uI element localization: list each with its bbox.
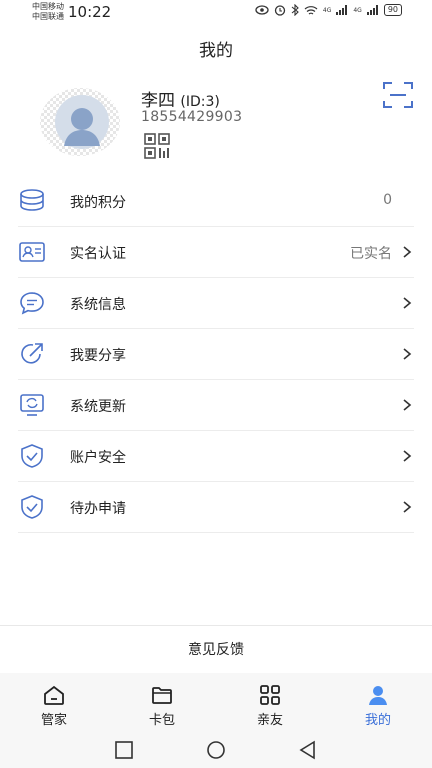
bottom-tab-bar: 管家 卡包 亲友 我的: [0, 673, 432, 731]
signal-icon: [336, 5, 348, 15]
signal-icon: [366, 5, 378, 15]
menu-item-label: 我的积分: [70, 195, 126, 211]
status-bar: 中国移动 中国联通 10:22 4G 4G 90: [0, 0, 432, 26]
avatar[interactable]: [38, 86, 122, 158]
folder-icon: [152, 687, 172, 704]
shield-check-icon: [21, 444, 43, 468]
chevron-right-icon: [403, 501, 412, 513]
wifi-icon: [304, 5, 318, 15]
chevron-right-icon: [403, 450, 412, 462]
menu-item-label: 待办申请: [70, 501, 126, 517]
network-type-2: 4G: [353, 6, 362, 14]
user-name-text: 李四: [141, 91, 175, 111]
menu-item-label: 系统更新: [70, 399, 126, 415]
user-phone: 18554429903: [141, 109, 243, 125]
system-navigation-bar: [0, 731, 432, 768]
tab-mine[interactable]: 我的: [324, 673, 432, 731]
menu-item-system-info[interactable]: 系统信息: [18, 278, 414, 329]
points-value: 0: [383, 192, 392, 208]
user-id: (ID:3): [180, 94, 220, 110]
back-button[interactable]: [298, 740, 318, 760]
chevron-right-icon: [403, 399, 412, 411]
recent-apps-button[interactable]: [114, 740, 134, 760]
update-monitor-icon: [20, 394, 44, 416]
menu-item-points[interactable]: 我的积分 0: [18, 176, 414, 227]
chevron-right-icon: [403, 348, 412, 360]
menu-list: 我的积分 0 实名认证 已实名 系统信息 我要分享 系统更新 账户安全 待办申请: [18, 176, 414, 533]
coin-stack-icon: [20, 189, 44, 211]
menu-item-label: 实名认证: [70, 246, 126, 262]
bluetooth-icon: [291, 4, 299, 16]
carrier-2: 中国联通: [32, 12, 64, 21]
carrier-1: 中国移动: [32, 2, 64, 11]
user-icon: [369, 686, 387, 705]
carrier-info: 中国移动 中国联通: [32, 2, 64, 22]
feedback-button[interactable]: 意见反馈: [0, 625, 432, 674]
menu-item-account-security[interactable]: 账户安全: [18, 431, 414, 482]
id-card-icon: [19, 242, 45, 262]
menu-item-system-update[interactable]: 系统更新: [18, 380, 414, 431]
menu-item-pending-applications[interactable]: 待办申请: [18, 482, 414, 533]
menu-item-share[interactable]: 我要分享: [18, 329, 414, 380]
eye-icon: [255, 5, 269, 15]
system-icons: 4G 4G 90: [255, 4, 402, 16]
chevron-right-icon: [403, 297, 412, 309]
page-title: 我的: [199, 41, 233, 61]
grid-apps-icon: [260, 685, 280, 705]
verification-status: 已实名: [350, 246, 392, 262]
chat-bubble-icon: [20, 292, 44, 315]
status-time: 10:22: [68, 3, 112, 21]
tab-label: 亲友: [256, 713, 283, 728]
network-type-1: 4G: [322, 6, 332, 14]
menu-item-verification[interactable]: 实名认证 已实名: [18, 227, 414, 278]
chevron-right-icon: [403, 246, 412, 258]
tab-family-friends[interactable]: 亲友: [216, 673, 324, 731]
tab-label: 我的: [364, 713, 391, 728]
scan-icon[interactable]: [382, 80, 414, 110]
tab-steward[interactable]: 管家: [0, 673, 108, 731]
home-button[interactable]: [206, 740, 226, 760]
user-name: 李四 (ID:3): [141, 86, 220, 111]
tab-label: 卡包: [148, 713, 175, 728]
tab-card-wallet[interactable]: 卡包: [108, 673, 216, 731]
share-icon: [21, 343, 43, 364]
battery-indicator: 90: [383, 4, 402, 16]
tab-label: 管家: [40, 713, 67, 728]
menu-item-label: 账户安全: [70, 450, 126, 466]
alarm-icon: [274, 5, 286, 16]
menu-item-label: 系统信息: [70, 297, 126, 313]
menu-item-label: 我要分享: [70, 348, 126, 364]
qr-code-icon[interactable]: [144, 133, 172, 159]
shield-check-icon: [21, 495, 43, 519]
home-icon: [44, 685, 64, 705]
